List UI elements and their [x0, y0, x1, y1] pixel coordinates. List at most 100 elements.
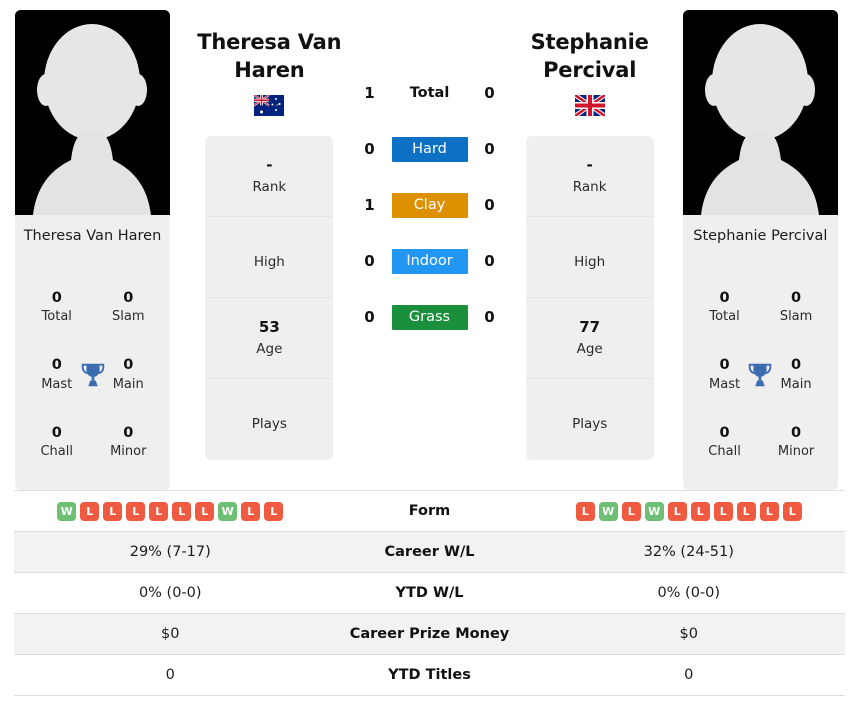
h2h-left-score: 1	[364, 84, 375, 102]
attribute-age-right: 77 Age	[525, 298, 654, 379]
player-flag-right	[512, 95, 668, 117]
form-badge[interactable]: W	[598, 501, 618, 521]
stats-row: W L L L L L L W L L Form L W L W L L L L L L	[14, 491, 845, 532]
player-card-name-right: Stephanie Percival	[693, 228, 828, 244]
trophy-icon	[81, 363, 104, 386]
attribute-high-left: High	[205, 217, 334, 298]
stats-row: 0% (0-0) YTD W/L 0% (0-0)	[14, 573, 845, 614]
player-attributes-right: - Rank High 77 Age Plays	[525, 135, 654, 460]
comparison-stats-table: W L L L L L L W L L Form L W L W L L L L L L 29% (7-17) Career…	[14, 490, 845, 696]
titles-grid-left: 0 Total 0 Slam 0 Mast 0 Main 0 Chall 0 M…	[21, 273, 164, 476]
form-badge[interactable]: W	[218, 501, 238, 521]
titles-total-left: 0 Total	[21, 288, 93, 326]
player-attributes-left: - Rank High 53 Age Plays	[205, 135, 334, 460]
attribute-rank-right: - Rank	[525, 136, 654, 217]
h2h-surface-label-grass: Grass	[391, 304, 468, 330]
attribute-rank-value-left: -	[266, 156, 273, 175]
titles-slam-right: 0 Slam	[760, 288, 832, 326]
form-badge[interactable]: W	[644, 501, 664, 521]
form-badge[interactable]: L	[713, 501, 733, 521]
form-badge[interactable]: L	[690, 501, 710, 521]
titles-slam-value-right: 0	[791, 289, 802, 306]
titles-minor-label-left: Minor	[110, 444, 147, 460]
form-badge[interactable]: L	[172, 501, 192, 521]
form-badge[interactable]: L	[126, 501, 146, 521]
titles-slam-value-left: 0	[123, 289, 134, 306]
avatar-silhouette-icon	[682, 10, 838, 215]
attribute-rank-label-left: Rank	[252, 178, 287, 195]
h2h-left-score: 0	[364, 140, 375, 158]
stats-row-label: Career W/L	[384, 544, 475, 560]
australia-flag-icon	[254, 95, 285, 117]
attribute-high-right: High	[525, 217, 654, 298]
stats-row: 29% (7-17) Career W/L 32% (24-51)	[14, 532, 845, 573]
player-heading-left: Theresa Van Haren	[191, 10, 347, 117]
player-name-left: Theresa Van Haren	[197, 30, 342, 83]
player-card-name-left: Theresa Van Haren	[23, 228, 162, 244]
form-badge[interactable]: W	[57, 501, 77, 521]
trophy-icon	[749, 363, 772, 386]
attribute-plays-right: Plays	[526, 379, 654, 460]
h2h-row-indoor: 0 Indoor 0	[348, 233, 512, 289]
titles-minor-value-right: 0	[791, 424, 802, 441]
stats-row: 0 YTD Titles 0	[14, 655, 845, 696]
player-comparison-header: Theresa Van Haren 0 Total 0 Slam 0 Mast …	[0, 0, 859, 490]
form-badge[interactable]: L	[621, 501, 641, 521]
form-badge[interactable]: L	[264, 501, 284, 521]
attribute-rank-value-right: -	[586, 156, 593, 175]
titles-slam-label-right: Slam	[779, 308, 813, 324]
attribute-high-label-left: High	[253, 253, 285, 270]
h2h-row-total: 1 Total 0	[348, 65, 512, 121]
h2h-left-score: 0	[364, 308, 375, 326]
form-badge[interactable]: L	[195, 501, 215, 521]
uk-flag-icon	[574, 95, 605, 117]
h2h-right-score: 0	[484, 84, 495, 102]
attribute-rank-label-right: Rank	[572, 178, 607, 195]
form-badges-right: LWLWLLLLLL	[533, 501, 846, 521]
player-card-body-right: Stephanie Percival 0 Total 0 Slam 0 Mast…	[682, 215, 838, 490]
titles-minor-value-left: 0	[123, 424, 134, 441]
stats-right-value: $0	[679, 626, 698, 642]
h2h-row-clay: 1 Clay 0	[348, 177, 512, 233]
stats-right-value: 32% (24-51)	[643, 544, 734, 560]
titles-chall-right: 0 Chall	[689, 423, 761, 461]
form-badge[interactable]: L	[103, 501, 123, 521]
player-photo-right	[682, 10, 838, 215]
form-badge[interactable]: L	[759, 501, 779, 521]
titles-total-right: 0 Total	[689, 288, 761, 326]
titles-total-value-right: 0	[719, 289, 730, 306]
titles-total-label-left: Total	[41, 308, 72, 324]
player-info-right: Stephanie Percival - Rank High 77 Age Pl…	[512, 10, 668, 490]
h2h-surface-label-hard: Hard	[391, 136, 468, 162]
attribute-rank-left: - Rank	[205, 136, 334, 217]
player-photo-left	[15, 10, 170, 215]
h2h-right-score: 0	[484, 196, 495, 214]
player-card-body-left: Theresa Van Haren 0 Total 0 Slam 0 Mast …	[15, 215, 170, 490]
player-info-left: Theresa Van Haren - Rank High 53 Age Pla…	[191, 10, 347, 490]
form-badge[interactable]: L	[149, 501, 169, 521]
titles-minor-label-right: Minor	[777, 444, 815, 460]
titles-chall-value-left: 0	[51, 424, 62, 441]
h2h-right-score: 0	[484, 140, 495, 158]
attribute-age-value-right: 77	[579, 318, 601, 337]
form-badge[interactable]: L	[80, 501, 100, 521]
stats-right-value: 0	[684, 667, 694, 683]
form-badge[interactable]: L	[575, 501, 595, 521]
stats-row-label: YTD Titles	[388, 667, 471, 683]
h2h-surface-label-total: Total	[409, 84, 450, 101]
form-badge[interactable]: L	[782, 501, 802, 521]
attribute-plays-label-right: Plays	[572, 416, 608, 433]
player-card-right[interactable]: Stephanie Percival 0 Total 0 Slam 0 Mast…	[682, 10, 844, 490]
player-heading-right: Stephanie Percival	[512, 10, 668, 117]
titles-total-value-left: 0	[51, 289, 62, 306]
player-name-right: Stephanie Percival	[530, 30, 649, 83]
titles-chall-label-left: Chall	[40, 444, 73, 460]
titles-chall-value-right: 0	[719, 424, 730, 441]
h2h-right-score: 0	[484, 252, 495, 270]
h2h-row-hard: 0 Hard 0	[348, 121, 512, 177]
form-badge[interactable]: L	[667, 501, 687, 521]
head-to-head-column: 1 Total 0 0 Hard 0 1 Clay 0 0 Indoor 0 0 Grass 0	[348, 10, 512, 490]
player-card-left[interactable]: Theresa Van Haren 0 Total 0 Slam 0 Mast …	[15, 10, 176, 490]
form-badge[interactable]: L	[736, 501, 756, 521]
form-badge[interactable]: L	[241, 501, 261, 521]
